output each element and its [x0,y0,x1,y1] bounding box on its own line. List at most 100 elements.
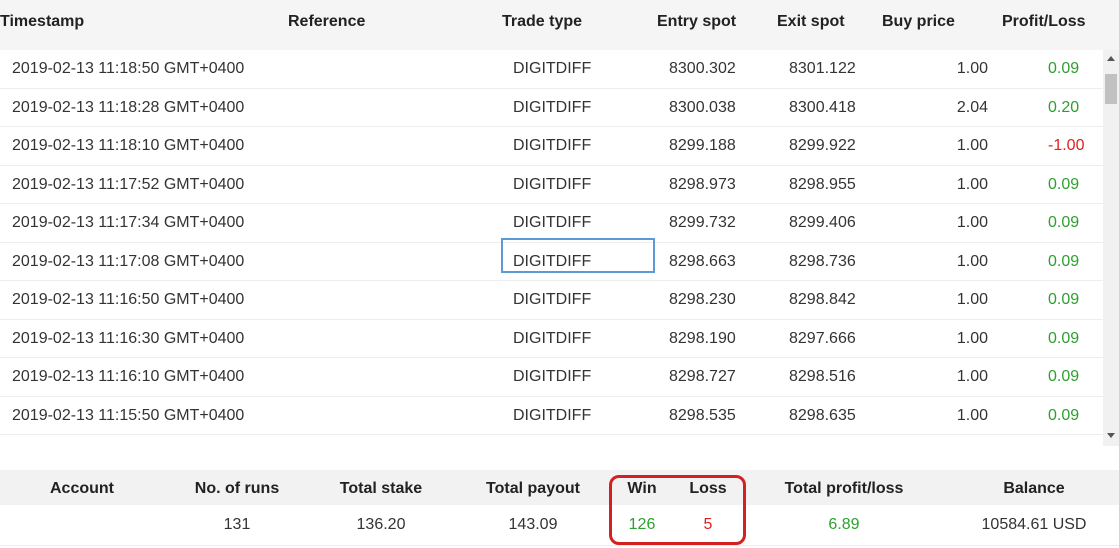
table-row[interactable]: 2019-02-13 11:15:32 GMT+0400 DIGITDIFF 829… [0,435,1103,446]
cell-trade-type[interactable]: DIGITDIFF [513,166,591,204]
table-row[interactable]: 2019-02-13 11:16:10 GMT+0400 DIGITDIFF 829… [0,358,1103,397]
table-row[interactable]: 2019-02-13 11:18:50 GMT+0400 DIGITDIFF 830… [0,50,1103,89]
cell-buy-price[interactable]: 1.00 [900,50,988,88]
cell-entry-spot[interactable]: 8298.973 [669,166,736,204]
cell-exit-spot[interactable]: 8298.947 [789,435,856,446]
cell-timestamp[interactable]: 2019-02-13 11:16:50 GMT+0400 [12,281,244,319]
cell-reference[interactable] [288,281,435,319]
cell-profit-loss[interactable]: 0.09 [1048,358,1079,396]
cell-buy-price[interactable]: 1.00 [900,204,988,242]
cell-exit-spot[interactable]: 8298.842 [789,281,856,319]
cell-entry-spot[interactable]: 8299.188 [669,127,736,165]
cell-entry-spot[interactable]: 8298.535 [669,397,736,435]
cell-profit-loss[interactable]: 0.09 [1048,166,1079,204]
cell-reference[interactable] [288,319,435,357]
cell-trade-type[interactable]: DIGITDIFF [513,127,591,165]
cell-exit-spot[interactable]: 8300.418 [789,89,856,127]
cell-buy-price[interactable]: 1.00 [900,281,988,319]
col-trade-type[interactable]: Trade type [502,13,582,31]
cell-timestamp[interactable]: 2019-02-13 11:17:34 GMT+0400 [12,204,244,242]
table-row[interactable]: 2019-02-13 11:18:10 GMT+0400 DIGITDIFF 829… [0,127,1103,166]
cell-buy-price[interactable]: 2.04 [900,89,988,127]
cell-trade-type[interactable]: DIGITDIFF [513,358,591,396]
cell-trade-type[interactable]: DIGITDIFF [513,50,591,88]
table-row[interactable]: 2019-02-13 11:16:50 GMT+0400 DIGITDIFF 829… [0,281,1103,320]
cell-exit-spot[interactable]: 8298.635 [789,397,856,435]
cell-trade-type[interactable]: DIGITDIFF [513,320,591,358]
cell-reference[interactable] [288,127,435,165]
cell-profit-loss[interactable]: -1.00 [1048,127,1084,165]
cell-timestamp[interactable]: 2019-02-13 11:18:28 GMT+0400 [12,89,244,127]
cell-entry-spot[interactable]: 8298.663 [669,243,736,281]
col-exit-spot[interactable]: Exit spot [777,13,845,31]
cell-entry-spot[interactable]: 8298.190 [669,320,736,358]
cell-trade-type[interactable]: DIGITDIFF [513,435,591,446]
cell-timestamp[interactable]: 2019-02-13 11:15:50 GMT+0400 [12,397,244,435]
cell-reference[interactable] [288,396,435,434]
cell-exit-spot[interactable]: 8301.122 [789,50,856,88]
cell-entry-spot[interactable]: 8298.230 [669,281,736,319]
table-row[interactable]: 2019-02-13 11:18:28 GMT+0400 DIGITDIFF 830… [0,88,1103,127]
cell-timestamp[interactable]: 2019-02-13 11:15:32 GMT+0400 [12,435,244,446]
cell-reference[interactable] [288,358,435,396]
table-row[interactable]: 2019-02-13 11:17:08 GMT+0400 DIGITDIFF 829… [0,242,1103,281]
col-buy-price[interactable]: Buy price [882,13,955,31]
cell-buy-price[interactable]: 1.00 [900,243,988,281]
col-reference[interactable]: Reference [288,13,365,31]
col-profit-loss[interactable]: Profit/Loss [1002,13,1086,31]
cell-buy-price[interactable]: 1.00 [900,435,988,446]
cell-buy-price[interactable]: 1.00 [900,166,988,204]
cell-profit-loss[interactable]: 0.09 [1048,281,1079,319]
cell-trade-type[interactable]: DIGITDIFF [513,281,591,319]
cell-entry-spot[interactable]: 8300.038 [669,89,736,127]
cell-profit-loss[interactable]: 0.09 [1048,397,1079,435]
cell-reference[interactable] [288,50,435,88]
cell-reference[interactable] [288,165,435,203]
cell-buy-price[interactable]: 1.00 [900,127,988,165]
cell-exit-spot[interactable]: 8298.516 [789,358,856,396]
cell-profit-loss[interactable]: 0.09 [1048,320,1079,358]
cell-buy-price[interactable]: 1.00 [900,358,988,396]
cell-reference[interactable] [288,88,435,126]
cell-trade-type[interactable]: DIGITDIFF [513,397,591,435]
cell-timestamp[interactable]: 2019-02-13 11:16:30 GMT+0400 [12,320,244,358]
cell-exit-spot[interactable]: 8299.406 [789,204,856,242]
cell-reference[interactable] [288,204,435,242]
col-timestamp[interactable]: Timestamp [0,13,84,31]
cell-timestamp[interactable]: 2019-02-13 11:17:08 GMT+0400 [12,243,244,281]
cell-buy-price[interactable]: 1.00 [900,397,988,435]
col-entry-spot[interactable]: Entry spot [657,13,736,31]
cell-entry-spot[interactable]: 8300.302 [669,50,736,88]
cell-profit-loss[interactable]: 0.20 [1048,89,1079,127]
cell-timestamp[interactable]: 2019-02-13 11:18:10 GMT+0400 [12,127,244,165]
vertical-scrollbar[interactable] [1103,50,1119,446]
cell-exit-spot[interactable]: 8298.736 [789,243,856,281]
table-row[interactable]: 2019-02-13 11:17:34 GMT+0400 DIGITDIFF 829… [0,204,1103,243]
cell-trade-type[interactable]: DIGITDIFF [513,243,591,281]
table-row[interactable]: 2019-02-13 11:17:52 GMT+0400 DIGITDIFF 829… [0,165,1103,204]
cell-entry-spot[interactable]: 8299.593 [669,435,736,446]
cell-exit-spot[interactable]: 8299.922 [789,127,856,165]
cell-exit-spot[interactable]: 8297.666 [789,320,856,358]
cell-trade-type[interactable]: DIGITDIFF [513,204,591,242]
scroll-up-arrow-icon[interactable] [1107,56,1115,61]
cell-buy-price[interactable]: 1.00 [900,320,988,358]
cell-profit-loss[interactable]: 0.09 [1048,435,1079,446]
cell-entry-spot[interactable]: 8298.727 [669,358,736,396]
table-row[interactable]: 2019-02-13 11:16:30 GMT+0400 DIGITDIFF 829… [0,319,1103,358]
cell-profit-loss[interactable]: 0.09 [1048,243,1079,281]
trades-table-header: Timestamp Reference Trade type Entry spo… [0,0,1119,50]
cell-reference[interactable] [288,435,435,446]
scrollbar-thumb[interactable] [1105,74,1117,104]
cell-exit-spot[interactable]: 8298.955 [789,166,856,204]
cell-timestamp[interactable]: 2019-02-13 11:16:10 GMT+0400 [12,358,244,396]
table-row[interactable]: 2019-02-13 11:15:50 GMT+0400 DIGITDIFF 829… [0,396,1103,435]
cell-timestamp[interactable]: 2019-02-13 11:17:52 GMT+0400 [12,166,244,204]
scroll-down-arrow-icon[interactable] [1107,433,1115,438]
cell-profit-loss[interactable]: 0.09 [1048,204,1079,242]
cell-profit-loss[interactable]: 0.09 [1048,50,1079,88]
cell-trade-type[interactable]: DIGITDIFF [513,89,591,127]
cell-entry-spot[interactable]: 8299.732 [669,204,736,242]
cell-reference[interactable] [288,242,435,280]
cell-timestamp[interactable]: 2019-02-13 11:18:50 GMT+0400 [12,50,244,88]
